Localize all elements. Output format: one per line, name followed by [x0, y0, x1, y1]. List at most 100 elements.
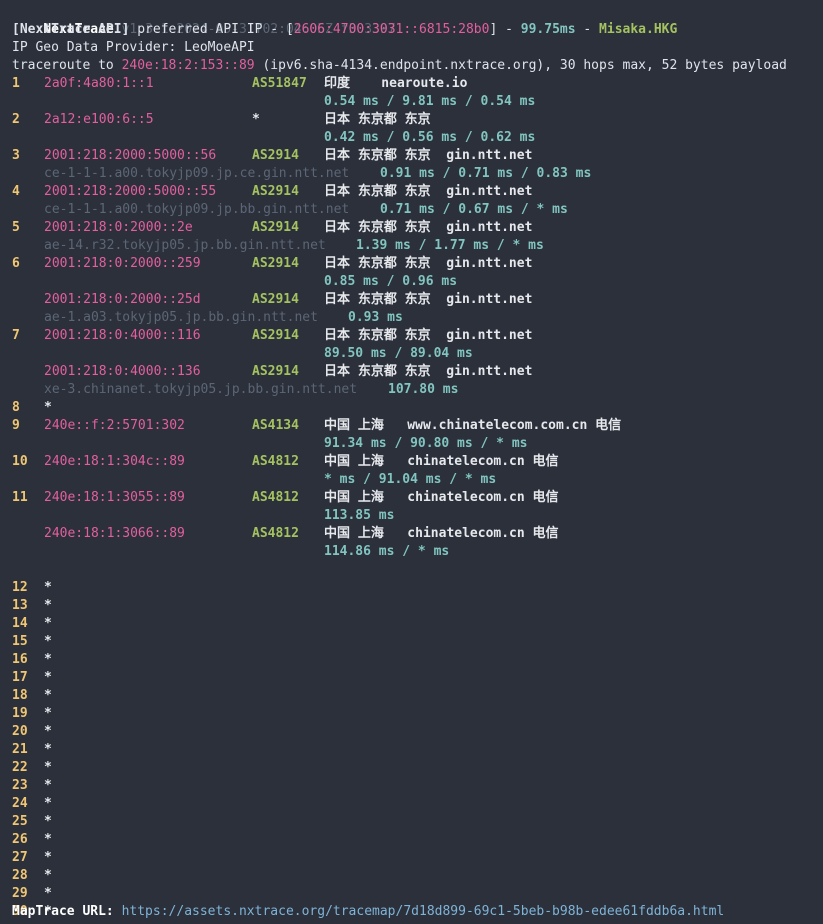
hop-timeout: *: [44, 400, 52, 415]
hop-number: 17: [12, 670, 28, 685]
hop-row: 114.86 ms / * ms: [12, 543, 812, 561]
hop-geo: 日本 东京都 东京 gin.ntt.net: [324, 184, 533, 199]
hop-asn: AS2914: [252, 184, 299, 199]
hop-geo: 日本 东京都 东京 gin.ntt.net: [324, 328, 533, 343]
maptrace-url-link[interactable]: https://assets.nxtrace.org/tracemap/7d18…: [122, 904, 725, 919]
hop-ip: 2a12:e100:6::5: [44, 112, 154, 127]
api-prefix: [NextTrace API]: [12, 22, 130, 37]
hop-row: 22 *: [12, 759, 812, 777]
hop-row: 27 *: [12, 849, 812, 867]
version-line: NextTrace v1.3.1 2024-05-31T02:04:05Z f3…: [12, 3, 395, 37]
hop-number: 19: [12, 706, 28, 721]
hop-number: 28: [12, 868, 28, 883]
hop-rtt: 0.85 ms / 0.96 ms: [324, 274, 458, 289]
hop-number: 11: [12, 490, 28, 505]
hop-row: 0.42 ms / 0.56 ms / 0.62 ms: [12, 129, 812, 147]
hop-number: 18: [12, 688, 28, 703]
hop-rtt: 113.85 ms: [324, 508, 395, 523]
hop-asn: AS2914: [252, 148, 299, 163]
hop-asn: AS4134: [252, 418, 299, 433]
hop-row: 15 *: [12, 633, 812, 651]
hop-row: ae-1.a03.tokyjp05.jp.bb.gin.ntt.net 0.93 …: [12, 309, 812, 327]
hop-timeout: *: [44, 796, 52, 811]
hop-row: 89.50 ms / 89.04 ms: [12, 345, 812, 363]
hop-row: 9 240e::f:2:5701:302 AS4134 中国 上海 www.china…: [12, 417, 812, 435]
hop-geo: 中国 上海 www.chinatelecom.com.cn 电信: [324, 418, 622, 433]
hop-timeout: *: [44, 814, 52, 829]
hop-number: 20: [12, 724, 28, 739]
hop-row: 23 *: [12, 777, 812, 795]
hop-timeout: *: [44, 832, 52, 847]
hop-number: 10: [12, 454, 28, 469]
hop-asn: AS2914: [252, 292, 299, 307]
hop-rtt: 1.39 ms / 1.77 ms / * ms: [356, 238, 544, 253]
hop-row: 19 *: [12, 705, 812, 723]
hop-hostname: ae-1.a03.tokyjp05.jp.bb.gin.ntt.net: [44, 310, 318, 325]
hop-rtt: 89.50 ms / 89.04 ms: [324, 346, 473, 361]
hop-timeout: *: [44, 652, 52, 667]
hop-rtt: 0.93 ms: [348, 310, 403, 325]
hop-rtt: 0.54 ms / 9.81 ms / 0.54 ms: [324, 94, 536, 109]
hop-timeout: *: [44, 670, 52, 685]
hop-row: 11 240e:18:1:3055::89 AS4812 中国 上海 chinatel…: [12, 489, 812, 507]
terminal-window[interactable]: NextTrace v1.3.1 2024-05-31T02:04:05Z f3…: [0, 0, 823, 924]
hop-number: 23: [12, 778, 28, 793]
hop-geo: 中国 上海 chinatelecom.cn 电信: [324, 526, 559, 541]
hop-ip: 2001:218:0:4000::136: [44, 364, 201, 379]
hop-ip: 2001:218:0:2000::25d: [44, 292, 201, 307]
hop-ip: 240e:18:1:3066::89: [44, 526, 185, 541]
hop-row: 240e:18:1:3066::89 AS4812 中国 上海 chinatelec…: [12, 525, 812, 543]
hop-asn: AS4812: [252, 490, 299, 505]
hop-row: 25 *: [12, 813, 812, 831]
hop-number: 12: [12, 580, 28, 595]
hop-row: 16 *: [12, 651, 812, 669]
api-mid: ] -: [489, 22, 521, 37]
hop-rtt: 0.42 ms / 0.56 ms / 0.62 ms: [324, 130, 536, 145]
hop-timeout: *: [44, 742, 52, 757]
hop-rtt: 91.34 ms / 90.80 ms / * ms: [324, 436, 528, 451]
hop-geo: 日本 东京都 东京 gin.ntt.net: [324, 364, 533, 379]
hop-hostname: xe-3.chinanet.tokyjp05.jp.bb.gin.ntt.net: [44, 382, 358, 397]
hop-asn-unknown: *: [252, 112, 260, 127]
hop-ip: 240e:18:1:3055::89: [44, 490, 185, 505]
hop-row: 2001:218:0:2000::25d AS2914 日本 东京都 东京 gin.…: [12, 291, 812, 309]
hop-asn: AS4812: [252, 454, 299, 469]
hop-row: 4 2001:218:2000:5000::55 AS2914 日本 东京都 东京 g…: [12, 183, 812, 201]
hop-asn: AS2914: [252, 328, 299, 343]
hop-hostname: ae-14.r32.tokyjp05.jp.bb.gin.ntt.net: [44, 238, 326, 253]
hop-row: 18 *: [12, 687, 812, 705]
hop-geo: 日本 东京都 东京 gin.ntt.net: [324, 148, 533, 163]
maptrace-line: MapTrace URL: https://assets.nxtrace.org…: [12, 903, 724, 921]
hop-number: 6: [12, 256, 20, 271]
hop-row: 2001:218:0:4000::136 AS2914 日本 东京都 东京 gin.…: [12, 363, 812, 381]
api-latency: 99.75ms: [520, 22, 576, 37]
hop-timeout: *: [44, 634, 52, 649]
hop-timeout: *: [44, 688, 52, 703]
hop-number: 26: [12, 832, 28, 847]
hop-row: ce-1-1-1.a00.tokyjp09.jp.bb.gin.ntt.net 0…: [12, 201, 812, 219]
hop-number: 9: [12, 418, 20, 433]
hop-timeout: *: [44, 868, 52, 883]
hop-row: 20 *: [12, 723, 812, 741]
hop-row: 26 *: [12, 831, 812, 849]
hop-row: 8 *: [12, 399, 812, 417]
hop-timeout: *: [44, 616, 52, 631]
hop-row: 10 240e:18:1:304c::89 AS4812 中国 上海 chinatel…: [12, 453, 812, 471]
hop-number: 27: [12, 850, 28, 865]
hop-asn: AS2914: [252, 220, 299, 235]
hop-number: 22: [12, 760, 28, 775]
hop-geo: 中国 上海 chinatelecom.cn 电信: [324, 454, 559, 469]
hop-row: 113.85 ms: [12, 507, 812, 525]
hop-row: 17 *: [12, 669, 812, 687]
hop-row: 7 2001:218:0:4000::116 AS2914 日本 东京都 东京 gin…: [12, 327, 812, 345]
hop-asn: AS51847: [252, 76, 307, 91]
hop-timeout: *: [44, 724, 52, 739]
hop-number: 5: [12, 220, 20, 235]
hop-number: 3: [12, 148, 20, 163]
hop-number: 7: [12, 328, 20, 343]
api-node: Misaka.HKG: [599, 22, 678, 37]
hop-asn: AS2914: [252, 256, 299, 271]
hop-number: 29: [12, 886, 28, 901]
hop-number: 4: [12, 184, 20, 199]
hop-geo: 日本 东京都 东京 gin.ntt.net: [324, 256, 533, 271]
